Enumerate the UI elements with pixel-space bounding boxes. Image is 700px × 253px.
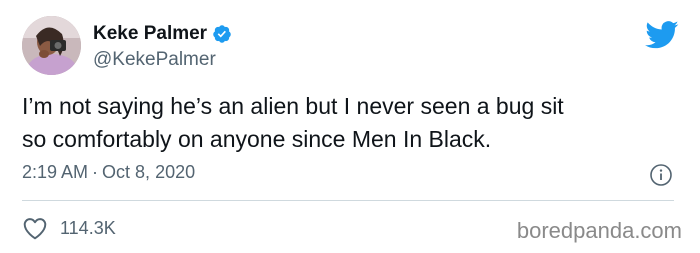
verified-badge-icon <box>212 24 232 44</box>
like-button[interactable]: 114.3K <box>22 216 116 240</box>
divider <box>22 200 674 201</box>
author-name-row: Keke Palmer <box>93 22 232 46</box>
tweet-timestamp[interactable]: 2:19 AM · Oct 8, 2020 <box>22 160 195 184</box>
info-icon[interactable] <box>649 163 673 187</box>
watermark: boredpanda.com <box>516 218 682 243</box>
meta-separator: · <box>92 162 99 182</box>
avatar-photo <box>22 16 81 75</box>
tweet-time: 2:19 AM <box>22 162 89 182</box>
user-handle[interactable]: @KekePalmer <box>93 49 216 71</box>
heart-outline-icon <box>22 216 48 240</box>
display-name[interactable]: Keke Palmer <box>93 22 207 46</box>
tweet-date: Oct 8, 2020 <box>102 162 196 182</box>
like-count: 114.3K <box>60 218 116 238</box>
twitter-bird-icon[interactable] <box>645 20 679 50</box>
tweet-text: I’m not saying he’s an alien but I never… <box>22 93 564 152</box>
avatar[interactable] <box>22 16 81 75</box>
tweet-card: Keke Palmer @KekePalmer I’m not saying h… <box>0 0 700 253</box>
